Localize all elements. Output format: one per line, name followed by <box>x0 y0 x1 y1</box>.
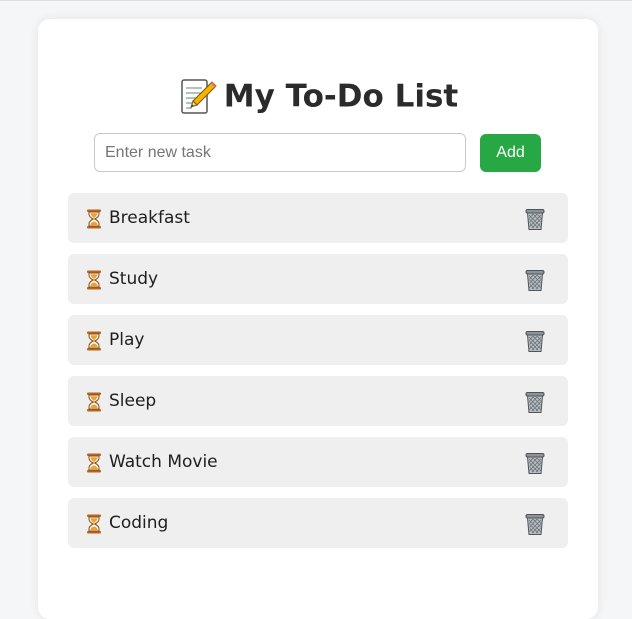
task-item: Sleep <box>68 376 568 426</box>
browser-top-border <box>0 0 632 1</box>
add-task-button[interactable]: Add <box>480 134 541 172</box>
task-label: Watch Movie <box>109 452 218 472</box>
trash-icon[interactable] <box>524 207 546 231</box>
hourglass-icon <box>86 270 102 290</box>
task-label: Play <box>109 330 145 350</box>
trash-icon[interactable] <box>524 451 546 475</box>
memo-icon <box>178 77 218 117</box>
trash-icon[interactable] <box>524 512 546 536</box>
task-item: Breakfast <box>68 193 568 243</box>
task-label: Coding <box>109 513 169 533</box>
hourglass-icon <box>86 209 102 229</box>
task-item: Play <box>68 315 568 365</box>
task-label: Sleep <box>109 391 157 411</box>
hourglass-icon <box>86 453 102 473</box>
hourglass-icon <box>86 514 102 534</box>
hourglass-icon <box>86 331 102 351</box>
page-title: My To-Do List <box>38 73 598 119</box>
task-label: Study <box>109 269 159 289</box>
task-item: Study <box>68 254 568 304</box>
todo-card: My To-Do List Add Breakfast Study Play S… <box>38 19 598 619</box>
hourglass-icon <box>86 392 102 412</box>
page-title-text: My To-Do List <box>223 78 459 115</box>
new-task-input[interactable] <box>94 133 466 172</box>
task-label: Breakfast <box>109 208 190 228</box>
task-item: Coding <box>68 498 568 548</box>
trash-icon[interactable] <box>524 329 546 353</box>
trash-icon[interactable] <box>524 268 546 292</box>
trash-icon[interactable] <box>524 390 546 414</box>
task-list: Breakfast Study Play Sleep Watch Movie C… <box>68 193 568 559</box>
task-item: Watch Movie <box>68 437 568 487</box>
